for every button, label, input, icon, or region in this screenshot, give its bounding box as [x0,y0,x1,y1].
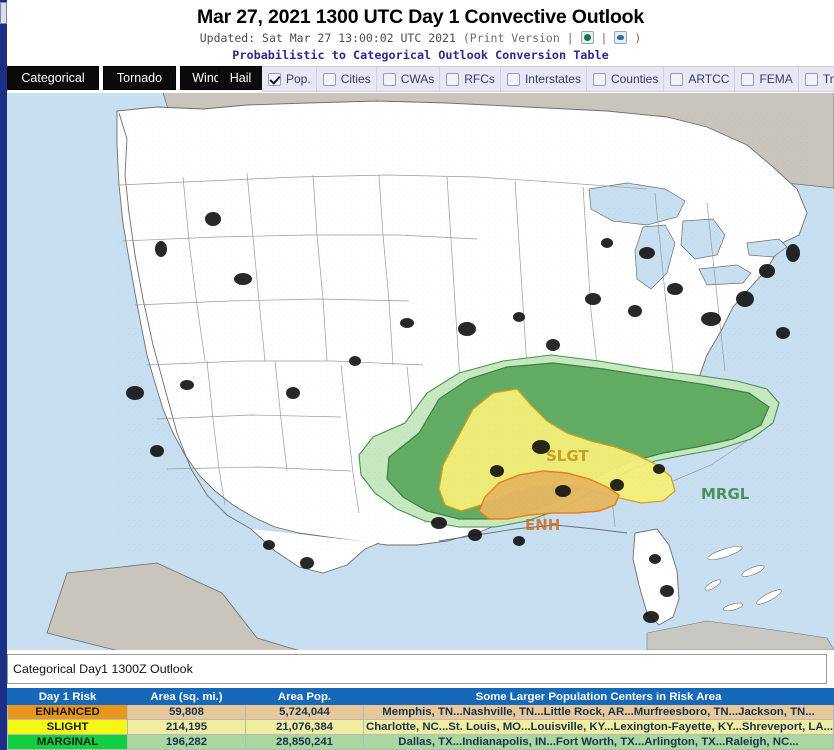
outlook-map[interactable]: SLGT ENH MRGL NOAA SPC DAY 1 CATEGORICAL… [7,93,834,650]
map-layer-toggles: Pop. Cities CWAs RFCs Interstates Counties ART… [262,66,834,92]
layer-toggle-interstates[interactable]: Interstates [501,67,587,91]
layer-toggle-pop[interactable]: Pop. [262,67,317,91]
scrollbar-thumb[interactable] [0,2,7,24]
map-label-mrgl: MRGL [701,485,750,503]
checkbox-icon[interactable] [592,72,606,86]
checkbox-icon[interactable] [506,72,520,86]
close-paren: ) [634,31,642,45]
printer-blue-icon[interactable] [614,31,628,44]
risk-population-centers: Memphis, TN...Nashville, TN...Little Roc… [363,704,834,720]
risk-population-value: 21,076,384 [245,719,364,735]
layer-toggle-label: FEMA [759,72,793,86]
separator-pipe-2: | [600,31,608,45]
risk-population-value: 5,724,044 [245,704,364,720]
layer-toggle-artcc[interactable]: ARTCC [664,67,736,91]
map-caption-bar: Categorical Day1 1300Z Outlook [7,654,827,684]
col-header-area: Area (sq. mi.) [127,688,246,705]
layer-toggle-fema[interactable]: FEMA [735,67,799,91]
col-header-centers: Some Larger Population Centers in Risk A… [363,688,834,705]
checkbox-icon[interactable] [446,72,460,86]
layer-toggle-label: ARTCC [688,72,730,86]
risk-table-body: ENHANCED 59,808 5,724,044 Memphis, TN...Nas… [7,704,834,750]
risk-population-centers: Charlotte, NC...St. Louis, MO...Louisvil… [363,719,834,735]
col-header-risk: Day 1 Risk [7,688,128,705]
risk-level-label: MARGINAL [7,734,128,750]
risk-area-value: 196,282 [127,734,246,750]
risk-table-header-row: Day 1 Risk Area (sq. mi.) Area Pop. Some… [7,688,834,705]
page-scrollbar[interactable] [0,0,7,750]
separator-pipe-1: | [566,31,574,45]
risk-area-value: 59,808 [127,704,246,720]
tab-categorical[interactable]: Categorical [7,66,99,90]
layer-toggle-cwas[interactable]: CWAs [377,67,441,91]
layer-toggle-label: RFCs [464,72,495,86]
layer-toggle-label: Counties [610,72,659,86]
layer-toggle-cities[interactable]: Cities [317,67,377,91]
layer-toggle-tr[interactable]: Tr [799,67,834,91]
checkbox-icon[interactable] [382,72,396,86]
layer-toggle-label: Tr [822,72,834,86]
map-caption: Categorical Day1 1300Z Outlook [13,662,193,676]
layer-toggle-rfcs[interactable]: RFCs [440,67,501,91]
tab-hail[interactable]: Hail [218,66,263,90]
updated-line: Updated: Sat Mar 27 13:00:02 UTC 2021 (P… [7,30,834,47]
layer-toggle-label: CWAs [400,72,435,86]
map-label-slgt: SLGT [546,447,589,465]
table-row: MARGINAL 196,282 28,850,241 Dallas, TX...In… [7,734,834,750]
risk-level-label: SLIGHT [7,719,128,735]
conversion-table-link[interactable]: Probabilistic to Categorical Outlook Con… [7,47,834,64]
checkbox-icon[interactable] [670,72,684,86]
layer-toggle-label: Interstates [524,72,581,86]
population-dots [117,113,807,623]
page-header: Mar 27, 2021 1300 UTC Day 1 Convective O… [7,0,834,64]
layer-toggle-counties[interactable]: Counties [587,67,665,91]
risk-table-head: Day 1 Risk Area (sq. mi.) Area Pop. Some… [7,688,834,705]
map-label-enh: ENH [525,516,560,534]
checkbox-icon[interactable] [268,72,281,86]
print-version-link[interactable]: (Print Version [463,31,560,45]
risk-population-centers: Dallas, TX...Indianapolis, IN...Fort Wor… [363,734,834,750]
risk-level-label: ENHANCED [7,704,128,720]
spc-outlook-page: Mar 27, 2021 1300 UTC Day 1 Convective O… [0,0,834,750]
col-header-pop: Area Pop. [245,688,364,705]
tab-tornado[interactable]: Tornado [103,66,176,90]
layer-toggle-label: Pop. [286,72,311,86]
checkbox-icon[interactable] [322,72,336,86]
risk-area-value: 214,195 [127,719,246,735]
risk-population-value: 28,850,241 [245,734,364,750]
camera-green-icon[interactable] [580,31,594,44]
layer-toggle-label: Cities [340,72,371,86]
updated-timestamp: Updated: Sat Mar 27 13:00:02 UTC 2021 [199,31,456,45]
table-row: SLIGHT 214,195 21,076,384 Charlotte, NC...S… [7,719,834,735]
checkbox-icon[interactable] [741,72,755,86]
checkbox-icon[interactable] [804,72,818,86]
table-row: ENHANCED 59,808 5,724,044 Memphis, TN...Nas… [7,704,834,720]
risk-summary-table: Day 1 Risk Area (sq. mi.) Area Pop. Some… [7,688,834,750]
page-title: Mar 27, 2021 1300 UTC Day 1 Convective O… [196,6,645,28]
